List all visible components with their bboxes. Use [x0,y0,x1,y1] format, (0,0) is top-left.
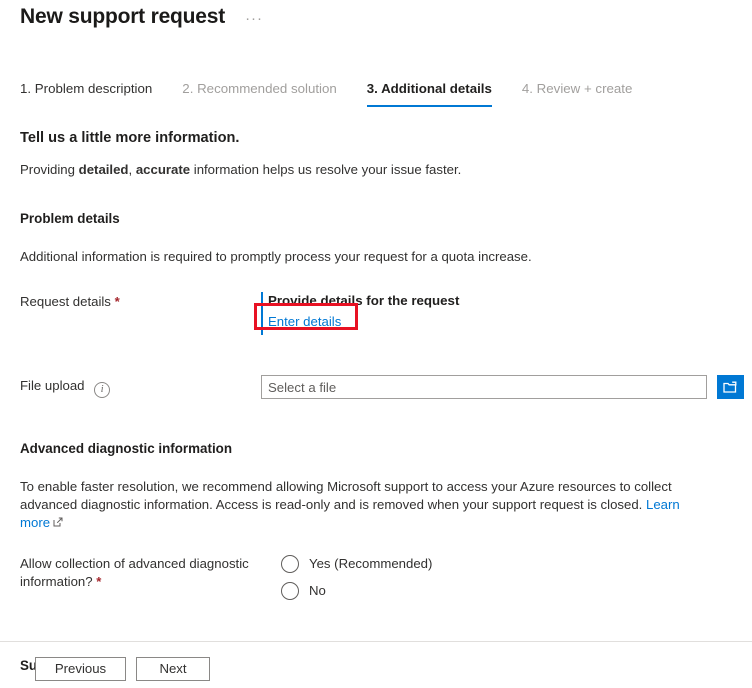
advanced-diagnostic-description-text: To enable faster resolution, we recommen… [20,479,672,512]
problem-details-description: Additional information is required to pr… [20,249,532,264]
page-header: New support request ··· [20,2,263,34]
intro-heading: Tell us a little more information. [20,130,240,146]
radio-option-yes[interactable]: Yes (Recommended) [281,555,432,573]
enter-details-link[interactable]: Enter details [268,314,341,329]
external-link-icon [53,514,63,532]
browse-file-button[interactable] [717,375,744,399]
radio-circle-no[interactable] [281,582,299,600]
request-details-label: Request details * [20,292,261,311]
radio-label-no: No [309,583,326,598]
request-details-required-marker: * [114,294,120,309]
previous-button[interactable]: Previous [35,657,126,681]
footer-divider [0,641,752,642]
wizard-tabs: 1. Problem description 2. Recommended so… [20,80,662,107]
diagnostic-consent-label-line1: Allow collection of advanced diagnostic [20,556,249,571]
request-details-label-text: Request details [20,294,111,309]
request-details-row: Request details * Provide details for th… [20,292,752,335]
advanced-diagnostic-heading: Advanced diagnostic information [20,441,233,456]
intro-subtext-mid: , [128,162,136,177]
radio-option-no[interactable]: No [281,582,432,600]
intro-subtext: Providing detailed, accurate information… [20,161,752,179]
intro-subtext-bold-detailed: detailed [78,162,129,177]
folder-icon [723,380,738,394]
intro-subtext-bold-accurate: accurate [135,162,191,177]
intro-subtext-prefix: Providing [20,162,79,177]
info-icon[interactable]: i [94,382,111,398]
advanced-diagnostic-description: To enable faster resolution, we recommen… [20,478,696,532]
tab-review-create[interactable]: 4. Review + create [522,80,633,107]
page-title: New support request [20,5,226,28]
radio-label-yes: Yes (Recommended) [309,556,433,571]
problem-details-heading: Problem details [20,211,120,226]
diagnostic-consent-label: Allow collection of advanced diagnostic … [20,554,261,591]
more-options-icon[interactable]: ··· [245,4,263,34]
diagnostic-consent-row: Allow collection of advanced diagnostic … [20,554,752,600]
diagnostic-consent-label-line2: information? [20,574,93,589]
file-upload-input[interactable] [261,375,707,399]
next-button[interactable]: Next [136,657,210,681]
radio-circle-yes[interactable] [281,555,299,573]
tab-problem-description[interactable]: 1. Problem description [20,80,152,107]
file-upload-label: File upload i [20,376,261,398]
request-details-widget: Provide details for the request Enter de… [261,292,460,335]
file-upload-controls [261,375,744,399]
footer-actions: Previous Next [35,657,210,681]
intro-subtext-suffix: information helps us resolve your issue … [190,162,462,177]
tab-recommended-solution[interactable]: 2. Recommended solution [182,80,336,107]
file-upload-row: File upload i [20,375,752,399]
tab-additional-details[interactable]: 3. Additional details [366,80,492,107]
diagnostic-consent-required-marker: * [96,574,102,589]
diagnostic-consent-radio-group: Yes (Recommended) No [281,555,432,600]
file-upload-label-text: File upload [20,378,85,393]
main-content: Tell us a little more information. Provi… [20,128,752,675]
provide-details-title: Provide details for the request [268,293,460,308]
